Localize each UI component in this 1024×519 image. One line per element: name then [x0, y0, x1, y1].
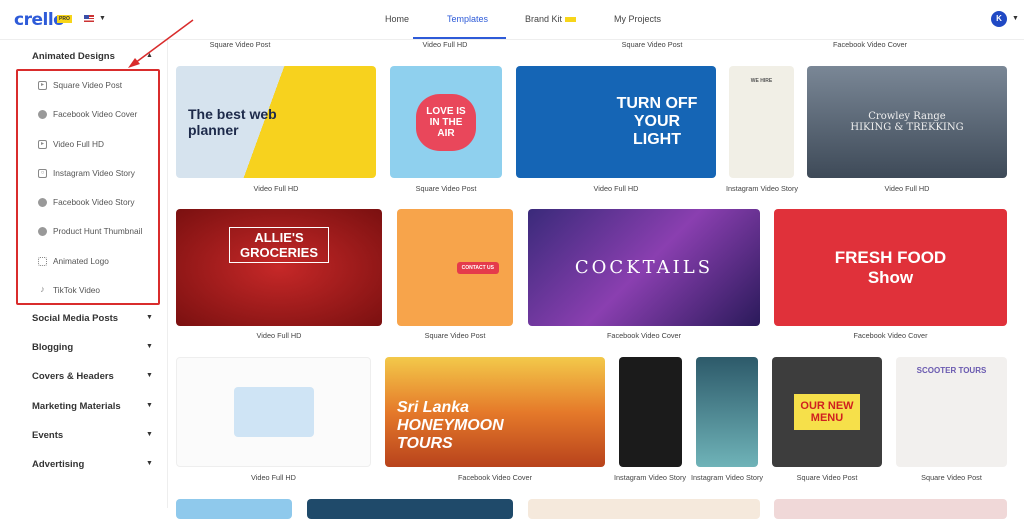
template-card[interactable]: Crowley Range HIKING & TREKKING: [807, 66, 1007, 178]
template-card[interactable]: OUR NEW MENU: [772, 357, 882, 467]
template-card[interactable]: [307, 499, 513, 519]
card-text: SCOOTER TOURS: [916, 366, 987, 375]
chevron-down-icon[interactable]: ▼: [1012, 15, 1019, 22]
card-caption: Facebook Video Cover: [606, 331, 682, 340]
template-card[interactable]: COCKTAILS: [528, 209, 760, 326]
template-card[interactable]: [774, 499, 1007, 519]
template-card[interactable]: [619, 357, 682, 467]
card-caption: Facebook Video Cover: [457, 473, 533, 482]
sidebar-item-facebook-video-cover[interactable]: Facebook Video Cover: [38, 109, 137, 119]
new-badge: [565, 17, 577, 23]
template-card[interactable]: FRESH FOOD Show: [774, 209, 1007, 326]
nav-home[interactable]: Home: [385, 14, 409, 24]
card-caption: Instagram Video Story: [690, 473, 764, 482]
card-text: TURN OFF YOUR LIGHT: [616, 95, 698, 148]
sidebar-item-product-hunt-thumbnail[interactable]: Product Hunt Thumbnail: [38, 226, 142, 236]
card-text: CONTACT US: [456, 261, 499, 274]
sidebar-item-label: Video Full HD: [53, 139, 105, 149]
template-card[interactable]: [176, 499, 292, 519]
illustration: [233, 387, 314, 437]
card-text: Crowley Range HIKING & TREKKING: [850, 111, 964, 133]
logo-icon: [38, 256, 47, 266]
card-text: COCKTAILS: [574, 257, 714, 278]
card-caption: Square Video Post: [796, 473, 858, 482]
category-covers-headers[interactable]: Covers & Headers: [32, 371, 114, 382]
facebook-icon: [38, 197, 47, 207]
category-social-media-posts[interactable]: Social Media Posts: [32, 313, 118, 324]
template-card[interactable]: [696, 357, 758, 467]
chevron-down-icon[interactable]: ▼: [146, 402, 153, 409]
chevron-down-icon[interactable]: ▼: [146, 343, 153, 350]
template-card[interactable]: SCOOTER TOURS: [896, 357, 1007, 467]
chevron-down-icon[interactable]: ▼: [146, 372, 153, 379]
card-text: ALLIE'S GROCERIES: [229, 227, 329, 263]
category-events[interactable]: Events: [32, 430, 63, 441]
nav-templates[interactable]: Templates: [447, 14, 488, 24]
card-caption: Square Video Post: [621, 40, 683, 49]
category-marketing-materials[interactable]: Marketing Materials: [32, 401, 121, 412]
avatar[interactable]: K: [991, 11, 1007, 27]
template-card[interactable]: [528, 499, 760, 519]
product-hunt-icon: [38, 226, 47, 236]
sidebar-item-label: Facebook Video Story: [53, 197, 135, 207]
card-text: LOVE IS IN THE AIR: [416, 93, 476, 151]
template-card[interactable]: [176, 357, 371, 467]
facebook-icon: [38, 109, 47, 119]
instagram-icon: ○: [38, 168, 47, 178]
chevron-down-icon[interactable]: ▼: [146, 431, 153, 438]
category-advertising[interactable]: Advertising: [32, 459, 84, 470]
template-card[interactable]: WE HIRE: [729, 66, 794, 178]
card-caption: Video Full HD: [253, 184, 299, 193]
sidebar-item-instagram-video-story[interactable]: ○ Instagram Video Story: [38, 168, 135, 178]
sidebar-item-label: Animated Logo: [53, 256, 109, 266]
active-tab-indicator: [413, 37, 506, 39]
card-caption: Video Full HD: [593, 184, 639, 193]
card-caption: Video Full HD: [256, 331, 302, 340]
card-text: FRESH FOOD Show: [834, 247, 947, 287]
template-card[interactable]: LOVE IS IN THE AIR: [390, 66, 502, 178]
nav-brand-kit-label: Brand Kit: [525, 14, 563, 24]
card-caption: Facebook Video Cover: [853, 331, 928, 340]
card-text: WE HIRE: [750, 78, 773, 84]
template-card[interactable]: ALLIE'S GROCERIES: [176, 209, 382, 326]
card-caption: Instagram Video Story: [613, 473, 687, 482]
template-card[interactable]: Sri Lanka HONEYMOON TOURS: [385, 357, 605, 467]
template-card[interactable]: TURN OFF YOUR LIGHT: [516, 66, 716, 178]
template-card[interactable]: CONTACT US: [397, 209, 513, 326]
card-caption: Instagram Video Story: [725, 184, 799, 193]
nav-brand-kit[interactable]: Brand Kit: [525, 14, 577, 24]
card-caption: Video Full HD: [422, 40, 468, 49]
card-caption: Video Full HD: [884, 184, 930, 193]
card-caption: Square Video Post: [921, 473, 982, 482]
sidebar-item-label: TikTok Video: [53, 285, 101, 295]
highlight-box: [16, 69, 160, 305]
card-caption: Square Video Post: [415, 184, 477, 193]
play-icon: ▸: [38, 139, 47, 149]
nav-my-projects[interactable]: My Projects: [614, 14, 661, 24]
category-blogging[interactable]: Blogging: [32, 342, 73, 353]
card-caption: Video Full HD: [251, 473, 296, 482]
card-text: The best web planner: [188, 106, 277, 138]
card-caption: Facebook Video Cover: [832, 40, 908, 49]
sidebar-item-label: Facebook Video Cover: [53, 109, 138, 119]
card-caption: Square Video Post: [424, 331, 486, 340]
sidebar-item-facebook-video-story[interactable]: Facebook Video Story: [38, 197, 134, 207]
sidebar-item-video-full-hd[interactable]: ▸ Video Full HD: [38, 139, 104, 149]
sidebar-item-label: Product Hunt Thumbnail: [53, 226, 143, 236]
sidebar-item-animated-logo[interactable]: Animated Logo: [38, 256, 109, 266]
card-text: Sri Lanka HONEYMOON TOURS: [397, 399, 504, 452]
chevron-down-icon[interactable]: ▼: [146, 314, 153, 321]
tiktok-icon: ♪: [40, 283, 45, 294]
red-arrow-annotation: [128, 19, 194, 68]
card-caption: Square Video Post: [209, 40, 271, 49]
template-card[interactable]: The best web planner: [176, 66, 376, 178]
sidebar-item-tiktok-video[interactable]: ♪ TikTok Video: [38, 283, 101, 295]
card-text: OUR NEW MENU: [794, 394, 860, 430]
chevron-down-icon[interactable]: ▼: [146, 460, 153, 467]
sidebar-item-label: Instagram Video Story: [53, 168, 135, 178]
